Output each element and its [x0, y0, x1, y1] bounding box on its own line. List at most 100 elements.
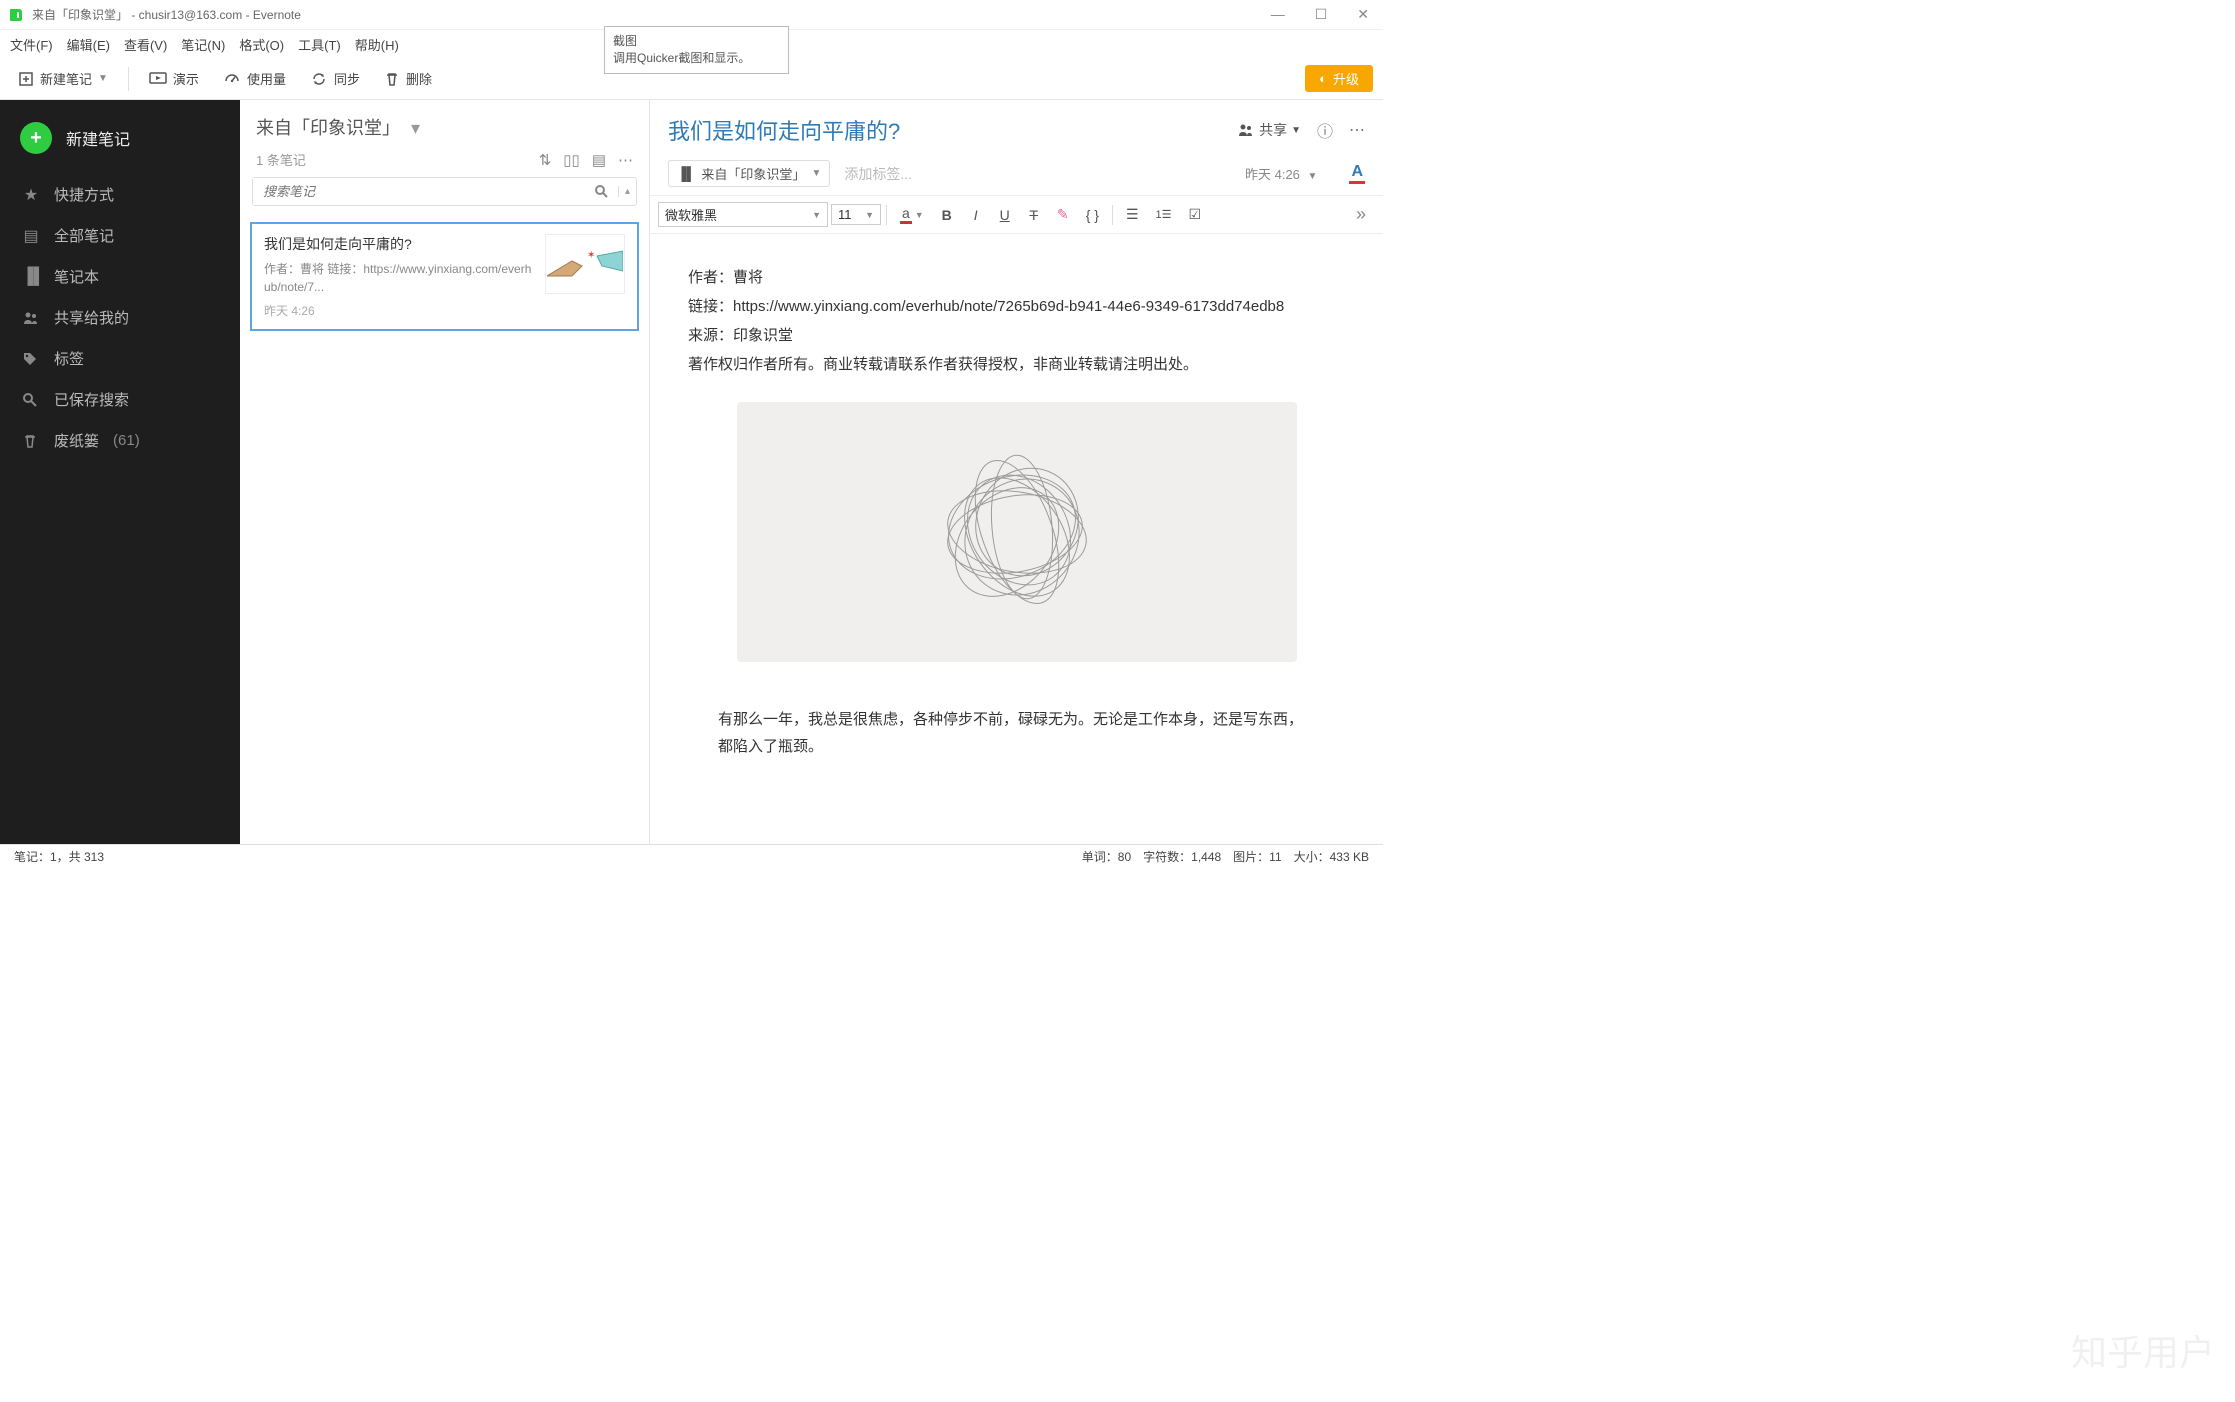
usage-button[interactable]: 使用量	[215, 65, 294, 92]
sidebar-item-shared[interactable]: 共享给我的	[0, 297, 240, 338]
sidebar-item-trash[interactable]: 废纸篓 (61)	[0, 420, 240, 461]
note-list-title[interactable]: 来自「印象识堂」 ▾	[256, 114, 633, 140]
underline-button[interactable]: U	[991, 203, 1019, 227]
share-button[interactable]: 共享 ▼	[1237, 120, 1301, 140]
expand-search-icon[interactable]: ▴	[618, 186, 636, 197]
upgrade-label: 升级	[1333, 69, 1359, 88]
delete-label: 删除	[406, 69, 432, 88]
note-card[interactable]: 我们是如何走向平庸的? 作者：曹将 链接：https://www.yinxian…	[250, 222, 639, 331]
sync-icon	[310, 71, 328, 87]
highlight-button[interactable]: ✎	[1049, 202, 1077, 227]
sidebar-item-label: 快捷方式	[54, 184, 114, 205]
menu-file[interactable]: 文件(F)	[10, 35, 53, 54]
present-button[interactable]: 演示	[141, 65, 207, 92]
chevron-down-icon: ▼	[812, 210, 821, 220]
paragraph: 作者：曹将	[688, 264, 1345, 291]
menu-tools[interactable]: 工具(T)	[298, 35, 341, 54]
trash-icon	[384, 71, 400, 87]
sidebar: + 新建笔记 ★ 快捷方式 ▤ 全部笔记 ▐▌ 笔记本 共享给我的 标签 已保存…	[0, 100, 240, 844]
sync-button[interactable]: 同步	[302, 65, 368, 92]
trash-icon	[22, 433, 40, 449]
plus-icon: +	[20, 122, 52, 154]
upgrade-icon: ◐	[1319, 71, 1327, 86]
sort-icon[interactable]: ⇅	[539, 151, 552, 169]
menu-note[interactable]: 笔记(N)	[181, 35, 225, 54]
code-button[interactable]: { }	[1078, 203, 1107, 227]
main-area: + 新建笔记 ★ 快捷方式 ▤ 全部笔记 ▐▌ 笔记本 共享给我的 标签 已保存…	[0, 100, 1383, 844]
new-note-button[interactable]: 新建笔记 ▼	[10, 65, 116, 92]
tag-input[interactable]: 添加标签...	[844, 164, 912, 184]
search-icon[interactable]	[586, 184, 618, 200]
star-icon: ★	[22, 185, 40, 205]
note-list-header: 来自「印象识堂」 ▾	[240, 100, 649, 150]
modified-time[interactable]: 昨天 4:26 ▼	[1245, 164, 1317, 183]
note-icon: ▤	[22, 226, 40, 246]
menubar: 文件(F) 编辑(E) 查看(V) 笔记(N) 格式(O) 工具(T) 帮助(H…	[0, 30, 1383, 58]
info-icon[interactable]: ⓘ	[1317, 118, 1333, 142]
menu-edit[interactable]: 编辑(E)	[67, 35, 110, 54]
sidebar-item-all[interactable]: ▤ 全部笔记	[0, 215, 240, 256]
svg-text:✶: ✶	[587, 250, 595, 261]
trash-count: (61)	[113, 432, 140, 449]
sidebar-item-notebooks[interactable]: ▐▌ 笔记本	[0, 256, 240, 297]
paragraph: 来源：印象识堂	[688, 322, 1345, 349]
note-content[interactable]: 作者：曹将 链接：https://www.yinxiang.com/everhu…	[650, 234, 1383, 844]
bullet-list-button[interactable]: ☰	[1118, 202, 1147, 227]
sidebar-item-label: 已保存搜索	[54, 389, 129, 410]
italic-button[interactable]: I	[962, 203, 990, 227]
notebook-name: 来自「印象识堂」	[701, 164, 805, 183]
paragraph: 著作权归作者所有。商业转载请联系作者获得授权，非商业转载请注明出处。	[688, 351, 1345, 378]
more-icon[interactable]: ⋯	[618, 151, 633, 169]
menu-format[interactable]: 格式(O)	[239, 35, 284, 54]
delete-button[interactable]: 删除	[376, 65, 440, 92]
sidebar-new-note[interactable]: + 新建笔记	[0, 116, 240, 174]
search-icon	[22, 392, 40, 408]
more-formatting-button[interactable]: »	[1347, 200, 1375, 229]
tooltip-desc: 调用Quicker截图和显示。	[613, 50, 780, 67]
sidebar-new-note-label: 新建笔记	[66, 126, 130, 150]
text-color-button[interactable]: A	[1349, 163, 1365, 184]
watermark: 知乎用户	[2071, 1324, 2215, 1376]
strikethrough-button[interactable]: T	[1020, 203, 1048, 227]
app-icon	[8, 7, 24, 23]
maximize-button[interactable]: ☐	[1309, 6, 1334, 23]
view-list-icon[interactable]: ▯▯	[563, 151, 580, 169]
more-icon[interactable]: ⋯	[1349, 120, 1365, 140]
checklist-button[interactable]: ☑	[1181, 202, 1210, 227]
tag-icon	[22, 351, 40, 367]
font-family-select[interactable]: 微软雅黑 ▼	[658, 202, 828, 227]
view-card-icon[interactable]: ▤	[592, 151, 606, 169]
paragraph: 链接：https://www.yinxiang.com/everhub/note…	[688, 293, 1345, 320]
note-card-thumbnail: ✶	[545, 234, 625, 294]
bold-button[interactable]: B	[933, 203, 961, 227]
font-color-button[interactable]: a ▼	[892, 201, 932, 228]
status-left: 笔记：1，共 313	[14, 848, 104, 865]
sidebar-item-label: 笔记本	[54, 266, 99, 287]
usage-icon	[223, 71, 241, 87]
chevron-down-icon: ▼	[1308, 171, 1318, 182]
notebook-selector[interactable]: ▐▌ 来自「印象识堂」 ▼	[668, 160, 830, 187]
font-size-select[interactable]: 11 ▼	[831, 204, 881, 225]
upgrade-button[interactable]: ◐ 升级	[1305, 65, 1373, 92]
chevron-down-icon: ▼	[865, 210, 874, 220]
close-button[interactable]: ✕	[1351, 6, 1375, 23]
sidebar-item-tags[interactable]: 标签	[0, 338, 240, 379]
editor-meta-row: ▐▌ 来自「印象识堂」 ▼ 添加标签... 昨天 4:26 ▼ A	[650, 154, 1383, 196]
search-box: ▴	[252, 177, 637, 206]
sidebar-item-saved-search[interactable]: 已保存搜索	[0, 379, 240, 420]
sync-label: 同步	[334, 69, 360, 88]
menu-view[interactable]: 查看(V)	[124, 35, 167, 54]
note-list-panel: 来自「印象识堂」 ▾ 1 条笔记 ⇅ ▯▯ ▤ ⋯ ▴ 我们是如何走向平庸的? …	[240, 100, 650, 844]
note-card-title: 我们是如何走向平庸的?	[264, 234, 537, 254]
new-note-icon	[18, 71, 34, 87]
separator	[1112, 205, 1113, 225]
numbered-list-button[interactable]: 1☰	[1148, 204, 1180, 225]
search-input[interactable]	[253, 178, 586, 205]
sidebar-item-shortcut[interactable]: ★ 快捷方式	[0, 174, 240, 215]
menu-help[interactable]: 帮助(H)	[355, 35, 399, 54]
minimize-button[interactable]: —	[1265, 6, 1291, 23]
chevron-down-icon: ▼	[811, 168, 821, 179]
note-title[interactable]: 我们是如何走向平庸的?	[668, 114, 1237, 146]
new-note-label: 新建笔记	[40, 69, 92, 88]
separator	[886, 205, 887, 225]
